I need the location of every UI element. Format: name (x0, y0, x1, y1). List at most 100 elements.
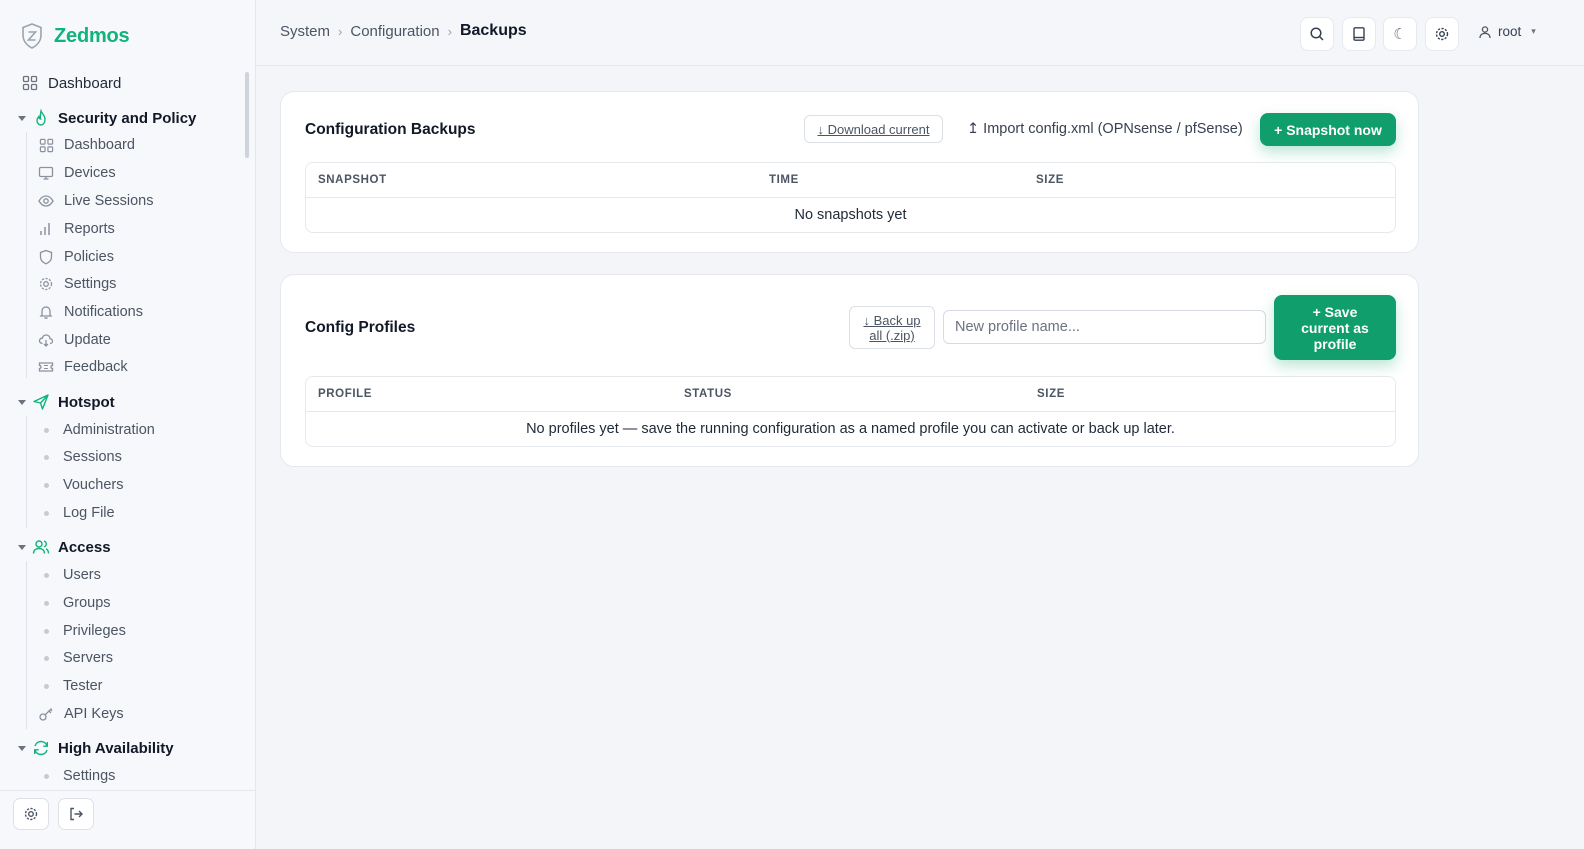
sidebar-settings-button[interactable] (13, 798, 49, 830)
sidebar-section-title: High Availability (58, 739, 174, 757)
logout-button[interactable] (58, 798, 94, 830)
sidebar-item-label: Settings (64, 276, 117, 292)
moon-icon: ☾ (1393, 26, 1407, 43)
sidebar-scrollbar[interactable] (245, 72, 249, 158)
sidebar-item-api-keys[interactable]: API Keys (38, 702, 124, 726)
tree-guide (26, 416, 27, 528)
brand[interactable]: Zedmos (20, 22, 130, 50)
ticket-icon (38, 359, 54, 375)
sidebar-item-ha-settings[interactable]: Settings (44, 764, 115, 788)
chevron-right-icon: › (338, 23, 343, 39)
sidebar-item-sessions[interactable]: Sessions (44, 445, 122, 469)
search-button[interactable] (1300, 17, 1334, 51)
sidebar-footer (0, 790, 256, 849)
breadcrumb-item-system[interactable]: System (280, 23, 330, 40)
sidebar-section-hotspot[interactable]: Hotspot (18, 390, 115, 414)
sidebar-item-sp-dashboard[interactable]: Dashboard (38, 133, 135, 157)
sidebar-item-administration[interactable]: Administration (44, 418, 155, 442)
table-header: SNAPSHOT TIME SIZE (306, 163, 1395, 198)
settings-button[interactable] (1425, 17, 1459, 51)
user-name: root (1498, 24, 1522, 39)
bullet-icon (44, 572, 49, 578)
sidebar-item-label: Dashboard (64, 137, 135, 153)
import-config-button[interactable]: ↥ Import config.xml (OPNsense / pfSense) (967, 121, 1243, 137)
configuration-backups-card: Configuration Backups ↓ Download current… (280, 91, 1419, 253)
user-icon (1478, 25, 1492, 39)
tree-guide (26, 561, 27, 729)
flame-icon (32, 109, 50, 127)
column-header-snapshot[interactable]: SNAPSHOT (318, 174, 387, 186)
cloud-download-icon (38, 332, 54, 348)
sidebar-item-feedback[interactable]: Feedback (38, 355, 128, 379)
send-icon (32, 393, 50, 411)
backup-all-zip-button[interactable]: ↓ Back up all (.zip) (849, 306, 935, 349)
breadcrumb-item-configuration[interactable]: Configuration (350, 23, 439, 40)
bullet-icon (44, 773, 49, 779)
eye-icon (38, 193, 54, 209)
sidebar-item-servers[interactable]: Servers (44, 646, 113, 670)
bullet-icon (44, 427, 49, 433)
sidebar-item-tester[interactable]: Tester (44, 674, 103, 698)
sidebar-item-users[interactable]: Users (44, 563, 101, 587)
sidebar-item-label: Groups (63, 595, 111, 611)
sidebar-item-label: Sessions (63, 449, 122, 465)
user-menu[interactable]: root ▾ (1478, 24, 1536, 39)
chevron-down-icon (18, 745, 26, 751)
sidebar-item-update[interactable]: Update (38, 328, 111, 352)
refresh-icon (32, 739, 50, 757)
config-profiles-card: Config Profiles ↓ Back up all (.zip) + S… (280, 274, 1419, 467)
key-icon (38, 706, 54, 722)
sidebar-item-log-file[interactable]: Log File (44, 501, 115, 525)
download-current-button[interactable]: ↓ Download current (804, 115, 943, 143)
sidebar-item-dashboard[interactable]: Dashboard (22, 71, 121, 95)
sidebar-item-privileges[interactable]: Privileges (44, 619, 126, 643)
sidebar-section-access[interactable]: Access (18, 535, 111, 559)
sidebar-item-devices[interactable]: Devices (38, 161, 116, 185)
sidebar-section-title: Access (58, 538, 111, 556)
table-header: PROFILE STATUS SIZE (306, 377, 1395, 412)
users-icon (32, 538, 50, 556)
bell-icon (38, 304, 54, 320)
grid-icon (38, 137, 54, 153)
sidebar-item-label: Dashboard (48, 74, 122, 92)
column-header-time[interactable]: TIME (769, 174, 799, 186)
sidebar-item-notifications[interactable]: Notifications (38, 300, 143, 324)
bullet-icon (44, 600, 49, 606)
column-header-size[interactable]: SIZE (1037, 388, 1065, 400)
docs-button[interactable] (1342, 17, 1376, 51)
column-header-profile[interactable]: PROFILE (318, 388, 372, 400)
sidebar-item-live-sessions[interactable]: Live Sessions (38, 189, 153, 213)
sidebar-item-label: Devices (64, 165, 116, 181)
sidebar-item-label: Update (64, 332, 111, 348)
sidebar-item-vouchers[interactable]: Vouchers (44, 473, 123, 497)
bar-chart-icon (38, 221, 54, 237)
sidebar-section-high-availability[interactable]: High Availability (18, 736, 174, 760)
logout-icon (68, 806, 84, 822)
profile-name-input[interactable] (943, 310, 1266, 344)
sidebar-item-groups[interactable]: Groups (44, 591, 111, 615)
book-icon (1351, 26, 1367, 42)
sidebar-item-policies[interactable]: Policies (38, 245, 114, 269)
save-profile-button[interactable]: + Save current as profile (1274, 295, 1396, 360)
profiles-table: PROFILE STATUS SIZE No profiles yet — sa… (305, 376, 1396, 447)
breadcrumb: System › Configuration › Backups (280, 22, 527, 40)
column-header-status[interactable]: STATUS (684, 388, 732, 400)
bullet-icon (44, 628, 49, 634)
empty-state: No profiles yet — save the running confi… (526, 421, 1175, 437)
gear-icon (1434, 26, 1450, 42)
sidebar-item-label: Reports (64, 221, 115, 237)
sidebar-item-label: Users (63, 567, 101, 583)
sidebar-item-label: Feedback (64, 359, 128, 375)
sidebar-section-security[interactable]: Security and Policy (18, 106, 196, 130)
sidebar-item-reports[interactable]: Reports (38, 217, 115, 241)
card-title: Configuration Backups (305, 121, 476, 138)
column-header-size[interactable]: SIZE (1036, 174, 1064, 186)
sidebar-item-settings[interactable]: Settings (38, 272, 116, 296)
snapshot-now-button[interactable]: + Snapshot now (1260, 113, 1396, 146)
bullet-icon (44, 454, 49, 460)
chevron-down-icon (18, 544, 26, 550)
gear-icon (23, 806, 39, 822)
breadcrumb-current: Backups (459, 22, 527, 39)
theme-toggle-button[interactable]: ☾ (1383, 17, 1417, 51)
sidebar-item-label: Notifications (64, 304, 143, 320)
